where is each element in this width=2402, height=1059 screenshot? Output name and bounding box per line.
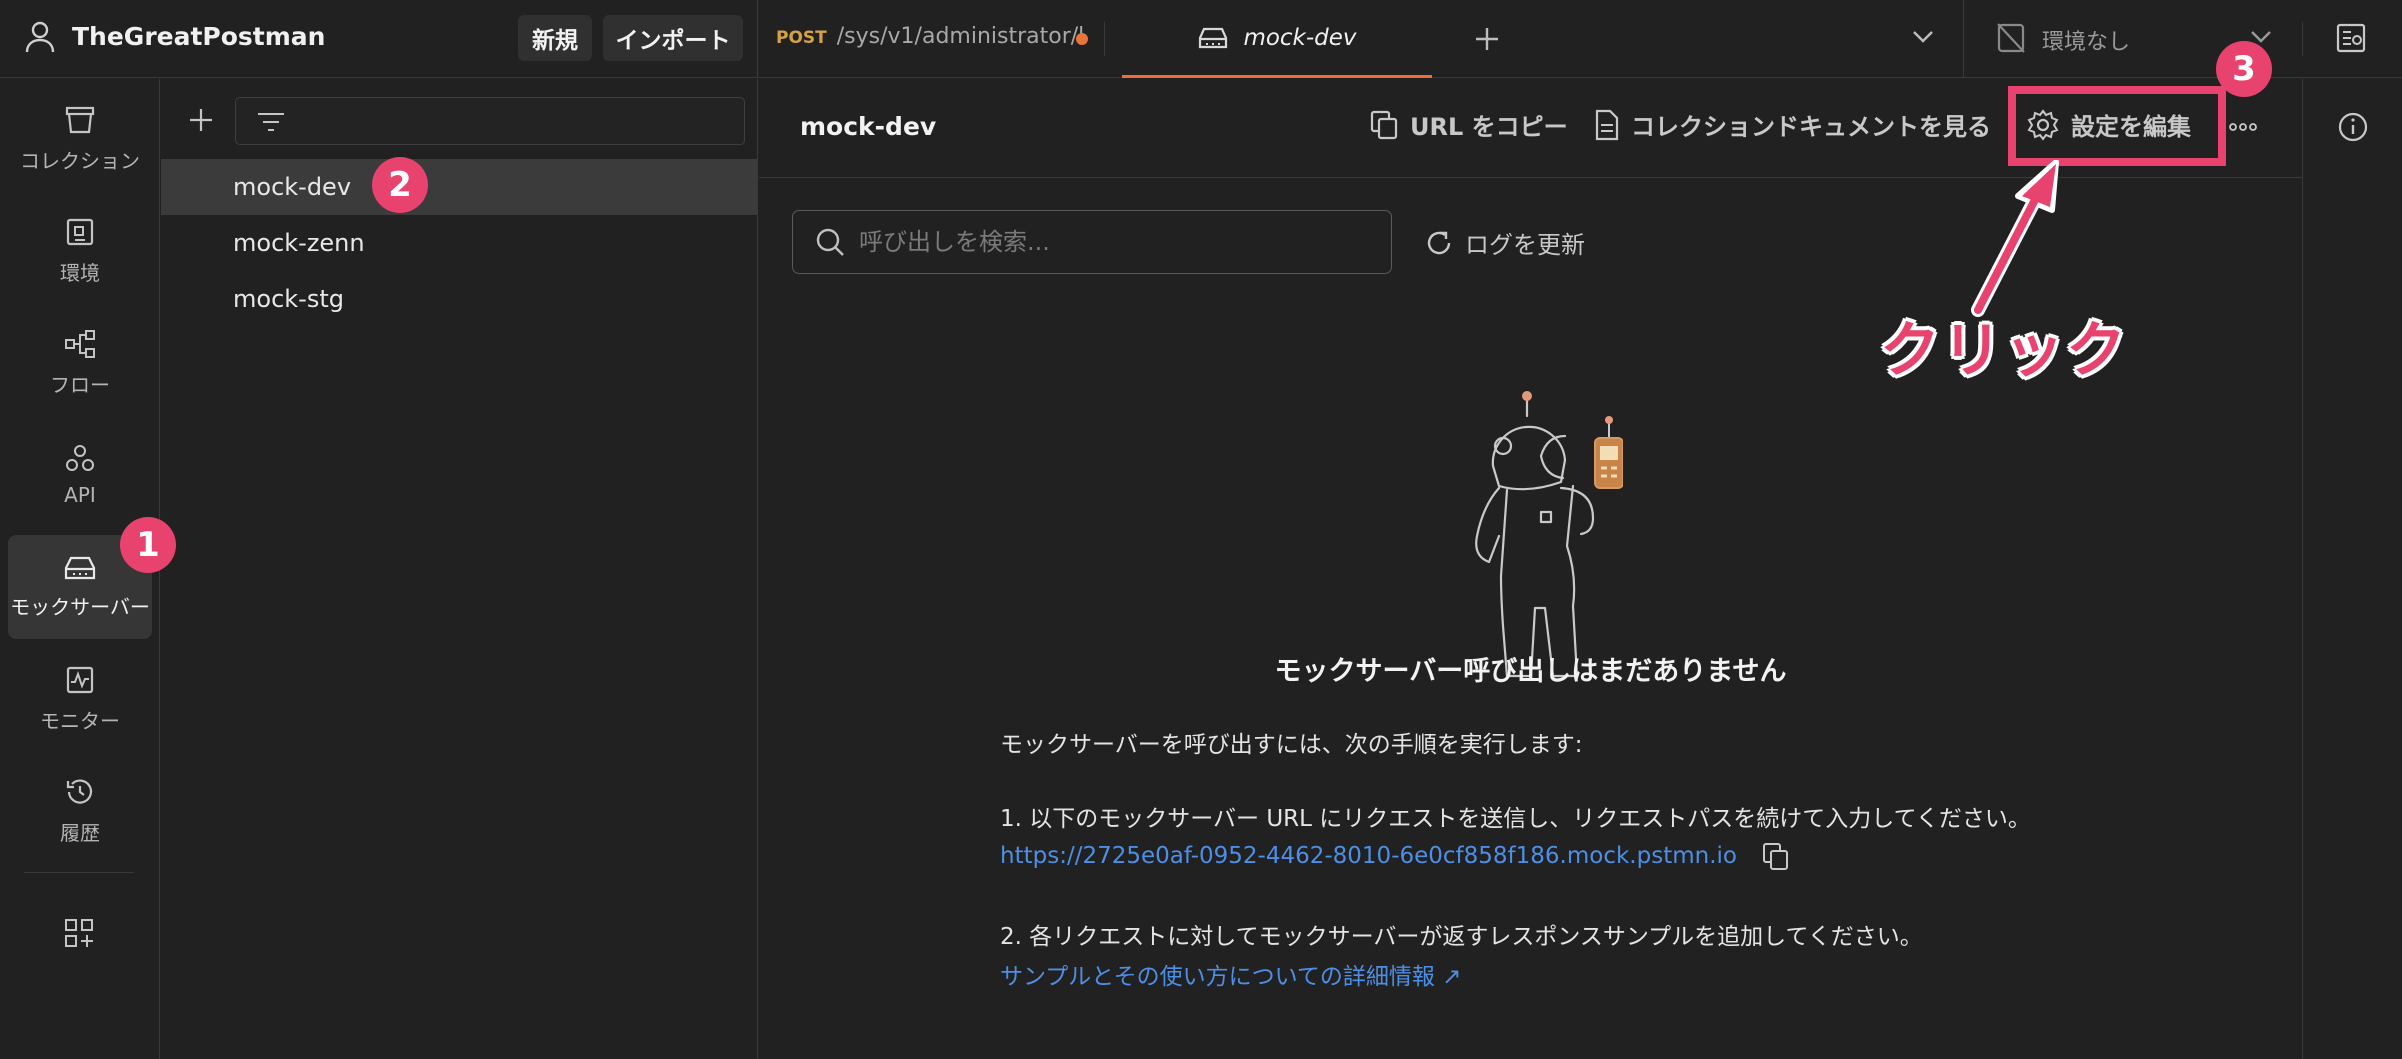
list-item[interactable]: mock-zenn <box>161 215 757 271</box>
sidebar-item-label: モニター <box>40 708 120 733</box>
mock-server-icon <box>63 555 97 581</box>
tab-mock-dev[interactable]: mock-dev <box>1122 0 1432 78</box>
mock-server-list-panel: mock-dev mock-zenn mock-stg <box>161 79 758 1059</box>
sidebar-item-environments[interactable]: 環境 <box>8 199 152 303</box>
environment-selector[interactable]: 環境なし <box>2042 24 2130 56</box>
sidebar-item-api[interactable]: API <box>8 423 152 527</box>
instructions-intro: モックサーバーを呼び出すには、次の手順を実行します: <box>1000 732 1583 758</box>
flows-icon <box>64 329 96 359</box>
refresh-logs-button[interactable]: ログを更新 <box>1425 225 1585 260</box>
page-title: mock-dev <box>800 112 937 141</box>
unsaved-dot-icon <box>1076 33 1088 45</box>
copy-icon <box>1370 110 1398 140</box>
list-item-label: mock-dev <box>233 173 352 201</box>
env-right-divider <box>2302 22 2303 56</box>
refresh-logs-label: ログを更新 <box>1465 231 1585 259</box>
tab-divider <box>1104 22 1105 56</box>
list-item[interactable]: mock-dev <box>161 159 757 215</box>
request-path-label: /sys/v1/administrator/l <box>836 24 1085 49</box>
list-item[interactable]: mock-stg <box>161 271 757 327</box>
sidebar-item-label: コレクション <box>20 148 140 173</box>
user-icon[interactable] <box>24 20 56 54</box>
add-plus-icon[interactable] <box>188 107 214 133</box>
astronaut-illustration <box>1443 386 1623 686</box>
sidebar-item-label: フロー <box>50 372 110 397</box>
search-input[interactable] <box>859 228 1379 256</box>
copy-url-label: URL をコピー <box>1410 113 1568 141</box>
tab-request[interactable]: POST /sys/v1/administrator/l <box>776 24 1084 49</box>
mock-server-url-link[interactable]: https://2725e0af-0952-4462-8010-6e0cf858… <box>1000 843 1737 869</box>
click-annotation: クリック <box>1880 316 2128 386</box>
top-bar: TheGreatPostman 新規 インポート POST /sys/v1/ad… <box>0 0 2402 78</box>
sidebar-item-monitors[interactable]: モニター <box>8 647 152 751</box>
sidebar-item-flows[interactable]: フロー <box>8 311 152 415</box>
tab-label: mock-dev <box>1243 24 1357 51</box>
highlight-box <box>2008 86 2226 166</box>
search-calls-field[interactable] <box>792 210 1392 274</box>
configure-workbench-icon[interactable] <box>63 917 95 949</box>
sidebar-item-label: モックサーバー <box>10 594 150 619</box>
view-documentation-button[interactable]: コレクションドキュメントを見る <box>1595 107 1991 142</box>
new-button[interactable]: 新規 <box>518 15 592 61</box>
list-item-label: mock-zenn <box>233 229 365 257</box>
request-method-label: POST <box>776 28 827 48</box>
sidebar-item-history[interactable]: 履歴 <box>8 759 152 863</box>
list-item-label: mock-stg <box>233 285 344 313</box>
copy-url-button[interactable]: URL をコピー <box>1370 107 1568 142</box>
sidebar-item-label: 環境 <box>60 260 100 285</box>
copy-url-icon[interactable] <box>1762 842 1790 872</box>
workspace-header: TheGreatPostman 新規 インポート <box>0 0 758 78</box>
right-sidebar <box>2302 79 2402 1059</box>
callout-arrow <box>1960 160 2080 320</box>
filter-icon <box>256 111 286 133</box>
mock-server-icon <box>1197 26 1229 50</box>
more-options-icon[interactable] <box>2229 123 2257 131</box>
import-button[interactable]: インポート <box>603 15 743 61</box>
api-icon <box>64 443 96 473</box>
tabs-chevron-down-icon[interactable] <box>1912 30 1934 44</box>
refresh-icon <box>1425 229 1453 257</box>
learn-more-link[interactable]: サンプルとその使い方についての詳細情報 ↗ <box>1000 957 1462 991</box>
instructions-step-1: 1. 以下のモックサーバー URL にリクエストを送信し、リクエストパスを続けて… <box>1000 806 2031 832</box>
document-icon <box>1595 109 1619 141</box>
environment-icon <box>65 217 95 247</box>
step-badge-1: 1 <box>120 517 176 573</box>
empty-state-title: モックサーバー呼び出しはまだありません <box>1274 656 1787 687</box>
view-documentation-label: コレクションドキュメントを見る <box>1631 113 1991 141</box>
no-environment-icon <box>1996 22 2026 54</box>
instructions-step-2: 2. 各リクエストに対してモックサーバーが返すレスポンスサンプルを追加してくださ… <box>1000 924 1923 950</box>
step-badge-2: 2 <box>372 157 428 213</box>
env-divider <box>1963 0 1964 78</box>
sidebar-item-collections[interactable]: コレクション <box>8 87 152 191</box>
sidebar-item-label: 履歴 <box>60 820 100 845</box>
collection-icon <box>64 105 96 135</box>
filter-input[interactable] <box>235 97 745 145</box>
monitor-icon <box>65 665 95 695</box>
history-icon <box>64 777 96 807</box>
workspace-name[interactable]: TheGreatPostman <box>72 22 325 51</box>
sidebar-item-label: API <box>64 483 96 507</box>
info-icon[interactable] <box>2337 111 2369 143</box>
search-icon <box>815 227 845 257</box>
new-tab-plus-icon[interactable] <box>1474 26 1500 52</box>
environment-quick-look-icon[interactable] <box>2335 22 2367 54</box>
rail-divider <box>24 872 134 873</box>
